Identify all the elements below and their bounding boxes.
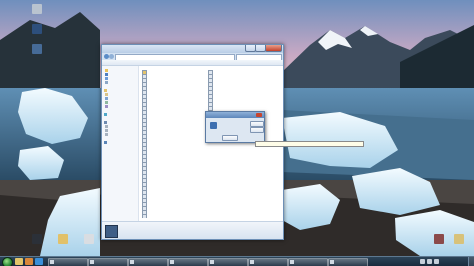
task-app-icon bbox=[170, 260, 174, 264]
drive-icon bbox=[105, 132, 108, 136]
start-button[interactable] bbox=[2, 257, 13, 266]
task-app-icon bbox=[210, 260, 214, 264]
taskbar-button[interactable] bbox=[208, 258, 248, 266]
nav-item[interactable] bbox=[105, 104, 109, 108]
clock[interactable] bbox=[444, 258, 466, 266]
taskbar-button[interactable] bbox=[128, 258, 168, 266]
network-icon bbox=[104, 140, 107, 144]
taskbar-button[interactable] bbox=[328, 258, 368, 266]
app-icon bbox=[32, 234, 42, 244]
task-app-icon bbox=[50, 260, 54, 264]
taskbar-button[interactable] bbox=[88, 258, 128, 266]
browser-icon[interactable] bbox=[25, 258, 33, 265]
desktop-icon[interactable] bbox=[30, 44, 44, 58]
taskbar-button[interactable] bbox=[48, 258, 88, 266]
dialog-message bbox=[220, 121, 248, 131]
file-item[interactable] bbox=[142, 214, 204, 218]
tray-icon[interactable] bbox=[420, 259, 425, 264]
app-icon bbox=[32, 24, 42, 34]
taskbar-button[interactable] bbox=[288, 258, 328, 266]
dialog-button[interactable] bbox=[222, 135, 238, 141]
folder-icon bbox=[454, 234, 464, 244]
task-app-icon bbox=[330, 260, 334, 264]
desktop-icon-label bbox=[30, 14, 44, 18]
desktop-icon-label bbox=[30, 54, 44, 58]
desktop-icon[interactable] bbox=[452, 234, 466, 248]
desktop-icon[interactable] bbox=[30, 234, 44, 248]
nav-item[interactable] bbox=[105, 132, 109, 136]
desktop-icon-label bbox=[82, 244, 96, 248]
taskbar-button[interactable] bbox=[168, 258, 208, 266]
recycle-bin-icon bbox=[32, 4, 42, 14]
desktop bbox=[0, 0, 474, 266]
nav-item[interactable] bbox=[104, 140, 108, 144]
desktop-icon-label bbox=[56, 244, 70, 248]
app-icon bbox=[84, 234, 94, 244]
media-icon[interactable] bbox=[35, 258, 43, 265]
recent-icon bbox=[105, 80, 108, 84]
show-desktop-button[interactable] bbox=[468, 257, 474, 266]
navigation-pane bbox=[102, 66, 139, 221]
task-app-icon bbox=[250, 260, 254, 264]
dialog-button[interactable] bbox=[250, 127, 264, 133]
desktop-icon[interactable] bbox=[30, 24, 44, 38]
tooltip bbox=[255, 141, 364, 147]
desktop-icon-label bbox=[432, 244, 446, 248]
forward-button[interactable] bbox=[109, 54, 114, 59]
desktop-icon-recycle-bin[interactable] bbox=[30, 4, 44, 18]
nav-item[interactable] bbox=[105, 80, 109, 84]
desktop-icon-label bbox=[30, 244, 44, 248]
homegroup-icon bbox=[104, 112, 107, 116]
videos-icon bbox=[105, 104, 108, 108]
explorer-titlebar[interactable] bbox=[102, 45, 283, 53]
task-app-icon bbox=[290, 260, 294, 264]
app-icon bbox=[32, 44, 42, 54]
desktop-icon[interactable] bbox=[56, 234, 70, 248]
dialog-app-icon bbox=[210, 122, 217, 129]
nav-item[interactable] bbox=[104, 112, 108, 116]
task-app-icon bbox=[90, 260, 94, 264]
desktop-icon[interactable] bbox=[82, 234, 96, 248]
taskbar bbox=[0, 256, 474, 266]
details-pane bbox=[102, 221, 283, 239]
volume-tray-icon[interactable] bbox=[434, 259, 439, 264]
network-tray-icon[interactable] bbox=[427, 259, 432, 264]
dialog-close-button[interactable] bbox=[256, 113, 262, 117]
app-icon bbox=[434, 234, 444, 244]
folder-icon bbox=[58, 234, 68, 244]
desktop-icon-label bbox=[30, 34, 44, 38]
file-icon bbox=[142, 214, 147, 218]
explorer-icon[interactable] bbox=[15, 258, 23, 265]
dialog-window[interactable] bbox=[205, 111, 265, 143]
selected-file-icon bbox=[105, 225, 118, 238]
desktop-icon[interactable] bbox=[432, 234, 446, 248]
taskbar-button[interactable] bbox=[248, 258, 288, 266]
address-bar-row bbox=[102, 53, 283, 61]
task-app-icon bbox=[130, 260, 134, 264]
dialog-titlebar[interactable] bbox=[206, 112, 264, 118]
desktop-icon-label bbox=[452, 244, 466, 248]
close-button[interactable] bbox=[265, 45, 282, 52]
